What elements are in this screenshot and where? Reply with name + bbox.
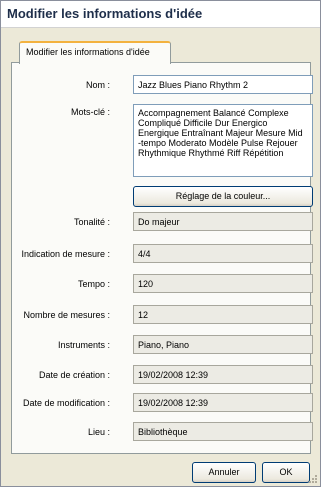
nb-mesures-label: Nombre de mesures : (23, 310, 110, 320)
nom-label: Nom : (85, 80, 110, 90)
instruments-label: Instruments : (57, 340, 110, 350)
tab-label: Modifier les informations d'idée (26, 47, 150, 57)
modification-field: 19/02/2008 12:39 (133, 393, 313, 412)
mots-cle-textarea[interactable]: Accompagnement Balancé Complexe Compliqu… (133, 104, 313, 177)
tempo-label: Tempo : (77, 279, 110, 289)
ok-button[interactable]: OK (262, 462, 310, 483)
resize-grip-icon[interactable] (307, 473, 317, 483)
tab-panel: Nom : Jazz Blues Piano Rhythm 2 Mots-clé… (11, 62, 313, 454)
nb-mesures-field: 12 (133, 305, 313, 324)
modification-label: Date de modification : (22, 398, 110, 408)
creation-label: Date de création : (38, 370, 110, 380)
mesure-label: Indication de mesure : (21, 249, 110, 259)
title-bar[interactable]: Modifier les informations d'idée (1, 1, 320, 28)
cancel-button[interactable]: Annuler (192, 462, 256, 483)
mots-cle-label: Mots-clé : (70, 107, 110, 117)
lieu-label: Lieu : (87, 427, 110, 437)
tab-modifier-informations[interactable]: Modifier les informations d'idée (19, 41, 171, 64)
dialog-title: Modifier les informations d'idée (7, 6, 203, 21)
lieu-field: Bibliothèque (133, 422, 313, 441)
tonalite-field: Do majeur (133, 212, 313, 231)
mesure-field: 4/4 (133, 244, 313, 263)
instruments-field: Piano, Piano (133, 335, 313, 354)
color-settings-button[interactable]: Réglage de la couleur... (133, 186, 313, 207)
creation-field: 19/02/2008 12:39 (133, 365, 313, 384)
modifier-informations-dialog: Modifier les informations d'idée Modifie… (0, 0, 321, 487)
nom-input[interactable]: Jazz Blues Piano Rhythm 2 (133, 75, 313, 94)
tempo-field: 120 (133, 274, 313, 293)
tonalite-label: Tonalité : (73, 217, 110, 227)
